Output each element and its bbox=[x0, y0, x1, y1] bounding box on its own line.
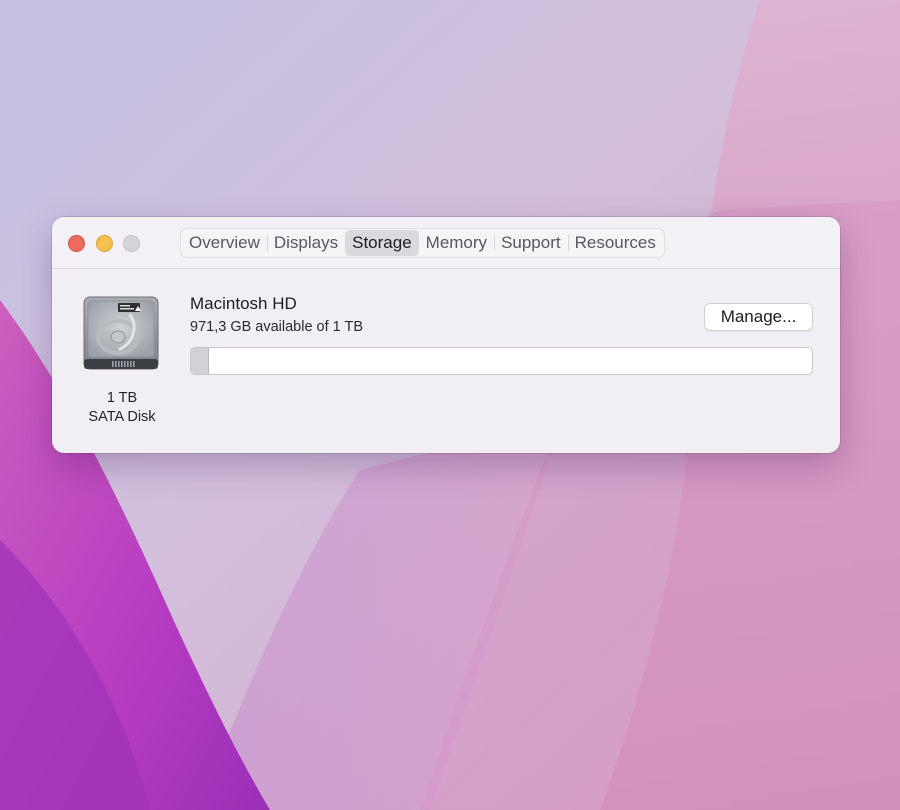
tab-overview[interactable]: Overview bbox=[182, 230, 267, 256]
tab-displays[interactable]: Displays bbox=[266, 230, 345, 256]
hard-drive-icon bbox=[83, 296, 159, 370]
tab-storage[interactable]: Storage bbox=[345, 230, 419, 256]
disk-caption: 1 TB SATA Disk bbox=[72, 389, 172, 427]
storage-usage-bar bbox=[190, 347, 813, 375]
system-info-window: Overview Displays Storage Memory Support… bbox=[52, 217, 840, 453]
tab-bar: Overview Displays Storage Memory Support… bbox=[180, 228, 665, 258]
volume-available-text: 971,3 GB available of 1 TB bbox=[190, 319, 364, 335]
close-button[interactable] bbox=[68, 235, 85, 252]
zoom-button[interactable] bbox=[123, 235, 140, 252]
titlebar: Overview Displays Storage Memory Support… bbox=[52, 217, 840, 269]
volume-name: Macintosh HD bbox=[190, 294, 297, 313]
disk-capacity: 1 TB bbox=[106, 390, 138, 406]
minimize-button[interactable] bbox=[96, 235, 113, 252]
disk-type: SATA Disk bbox=[88, 409, 156, 425]
manage-button[interactable]: Manage... bbox=[704, 303, 813, 331]
tab-support[interactable]: Support bbox=[494, 230, 568, 256]
storage-usage-fill bbox=[191, 348, 209, 374]
tab-memory[interactable]: Memory bbox=[419, 230, 494, 256]
tab-resources[interactable]: Resources bbox=[567, 230, 663, 256]
